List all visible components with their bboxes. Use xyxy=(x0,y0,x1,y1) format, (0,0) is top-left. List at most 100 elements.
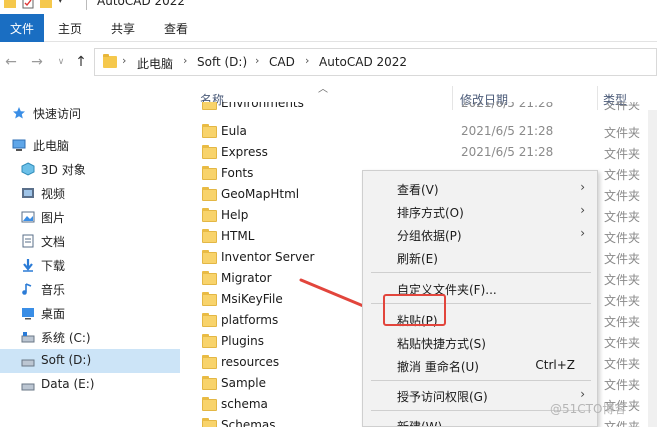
nav-label-quick-access: 快速访问 xyxy=(33,107,82,121)
nav-item-desktop[interactable]: 桌面 xyxy=(0,301,180,325)
file-name: Inventor Server xyxy=(221,250,315,264)
menu-item-view[interactable]: 查看(V) › xyxy=(363,177,597,200)
breadcrumb-autocad-2022[interactable]: AutoCAD 2022 xyxy=(319,55,407,69)
properties-icon[interactable] xyxy=(22,0,34,9)
chevron-right-icon[interactable]: › xyxy=(183,54,187,67)
nav-item-music[interactable]: 音乐 xyxy=(0,277,180,301)
folder-icon xyxy=(202,376,217,390)
drive-icon xyxy=(21,332,35,343)
breadcrumb-soft-d[interactable]: Soft (D:) xyxy=(197,55,247,69)
chevron-right-icon: › xyxy=(580,226,585,240)
new-folder-icon[interactable] xyxy=(40,0,52,9)
nav-label-this-pc: 此电脑 xyxy=(33,139,70,153)
file-name: Schemas xyxy=(221,418,276,427)
paste-highlight-box xyxy=(383,294,446,326)
menu-item-undo[interactable]: 撤消 重命名(U) Ctrl+Z xyxy=(363,354,597,377)
folder-icon xyxy=(202,124,217,138)
menu-item-paste-shortcut[interactable]: 粘贴快捷方式(S) xyxy=(363,331,597,354)
nav-this-pc[interactable]: 此电脑 xyxy=(0,133,180,157)
file-row[interactable]: Eula 2021/6/5 21:28 文件夹 xyxy=(196,121,657,142)
folder-icon xyxy=(202,418,217,427)
download-icon xyxy=(23,259,33,272)
menu-label-refresh: 刷新(E) xyxy=(397,252,438,266)
chevron-right-icon[interactable]: › xyxy=(305,54,309,67)
navigation-bar: ← → ∨ ↑ › 此电脑 › Soft (D:) › CAD › AutoCA… xyxy=(0,43,657,81)
file-type: 文件夹 xyxy=(604,231,641,245)
chevron-right-icon: › xyxy=(580,203,585,217)
menu-label-grant-access: 授予访问权限(G) xyxy=(397,390,488,404)
nav-item-3d-objects[interactable]: 3D 对象 xyxy=(0,157,180,181)
sort-ascending-icon: ︿ xyxy=(318,84,328,95)
video-icon xyxy=(22,188,34,198)
chevron-right-icon[interactable]: › xyxy=(255,54,259,67)
folder-icon xyxy=(202,145,217,159)
navigation-pane: 快速访问 此电脑 3D 对象 视频 图片 文档 下载 音乐 桌面 系统 (C:)… xyxy=(0,82,180,427)
forward-arrow-icon[interactable]: → xyxy=(28,53,46,71)
chevron-right-icon[interactable]: › xyxy=(122,54,126,67)
back-arrow-icon[interactable]: ← xyxy=(2,53,20,71)
watermark: @51CTO博客 xyxy=(550,402,627,416)
nav-label-system-c: 系统 (C:) xyxy=(41,331,91,345)
vertical-scrollbar[interactable] xyxy=(648,110,657,427)
folder-icon xyxy=(202,229,217,243)
nav-item-system-c[interactable]: 系统 (C:) xyxy=(0,325,180,349)
nav-label-data-e: Data (E:) xyxy=(41,377,95,391)
nav-item-downloads[interactable]: 下载 xyxy=(0,253,180,277)
nav-label-downloads: 下载 xyxy=(41,259,66,273)
breadcrumb-cad[interactable]: CAD xyxy=(269,55,295,69)
file-name: Help xyxy=(221,208,249,222)
file-type: 文件夹 xyxy=(604,147,641,161)
file-date: 2021/6/5 21:28 xyxy=(461,145,554,159)
folder-icon xyxy=(202,355,217,369)
menu-label-group: 分组依据(P) xyxy=(397,229,462,243)
file-name: platforms xyxy=(221,313,279,327)
nav-item-video[interactable]: 视频 xyxy=(0,181,180,205)
file-type: 文件夹 xyxy=(604,210,641,224)
file-name: Express xyxy=(221,145,268,159)
tab-file[interactable]: 文件 xyxy=(0,14,44,42)
chevron-right-icon: › xyxy=(580,180,585,194)
file-row[interactable]: Express 2021/6/5 21:28 文件夹 xyxy=(196,142,657,163)
nav-label-soft-d: Soft (D:) xyxy=(41,353,92,367)
file-name: schema xyxy=(221,397,268,411)
nav-quick-access[interactable]: 快速访问 xyxy=(0,101,180,125)
3d-objects-icon xyxy=(21,162,35,176)
file-name: GeoMapHtml xyxy=(221,187,300,201)
nav-item-pictures[interactable]: 图片 xyxy=(0,205,180,229)
qat-dropdown-icon[interactable]: ▾ xyxy=(58,0,63,6)
tab-share[interactable]: 共享 xyxy=(111,14,135,42)
file-name: Environments xyxy=(221,102,304,110)
nav-label-video: 视频 xyxy=(41,187,66,201)
nav-item-documents[interactable]: 文档 xyxy=(0,229,180,253)
folder-icon xyxy=(202,250,217,264)
file-type: 文件夹 xyxy=(604,357,641,371)
nav-label-desktop: 桌面 xyxy=(41,307,66,321)
recent-dropdown-icon[interactable]: ∨ xyxy=(52,53,70,71)
drive-icon xyxy=(21,359,35,367)
menu-item-group[interactable]: 分组依据(P) › xyxy=(363,223,597,246)
menu-item-refresh[interactable]: 刷新(E) xyxy=(363,246,597,269)
file-name: Plugins xyxy=(221,334,264,348)
music-icon xyxy=(22,283,32,295)
file-type: 文件夹 xyxy=(604,102,641,112)
menu-label-new: 新建(W) xyxy=(397,420,443,427)
file-type: 文件夹 xyxy=(604,336,641,350)
nav-item-soft-d[interactable]: Soft (D:) xyxy=(0,349,180,373)
pictures-icon xyxy=(21,211,35,223)
file-type: 文件夹 xyxy=(604,420,641,427)
file-type: 文件夹 xyxy=(604,378,641,392)
breadcrumb-this-pc[interactable]: 此电脑 xyxy=(137,55,173,72)
tab-view[interactable]: 查看 xyxy=(164,14,188,42)
file-type: 文件夹 xyxy=(604,252,641,266)
folder-icon xyxy=(4,0,16,8)
nav-item-data-e[interactable]: Data (E:) xyxy=(0,373,180,397)
file-name: Migrator xyxy=(221,271,272,285)
up-arrow-icon[interactable]: ↑ xyxy=(72,53,90,71)
menu-shortcut-undo: Ctrl+Z xyxy=(535,358,575,372)
file-row[interactable]: Environments 2021/6/5 21:28 文件夹 xyxy=(196,102,657,116)
address-bar[interactable]: › 此电脑 › Soft (D:) › CAD › AutoCAD 2022 xyxy=(94,48,657,76)
menu-label-paste-shortcut: 粘贴快捷方式(S) xyxy=(397,337,486,351)
menu-item-sort[interactable]: 排序方式(O) › xyxy=(363,200,597,223)
tab-home[interactable]: 主页 xyxy=(58,14,82,42)
title-bar: ▾ AutoCAD 2022 xyxy=(0,0,657,14)
